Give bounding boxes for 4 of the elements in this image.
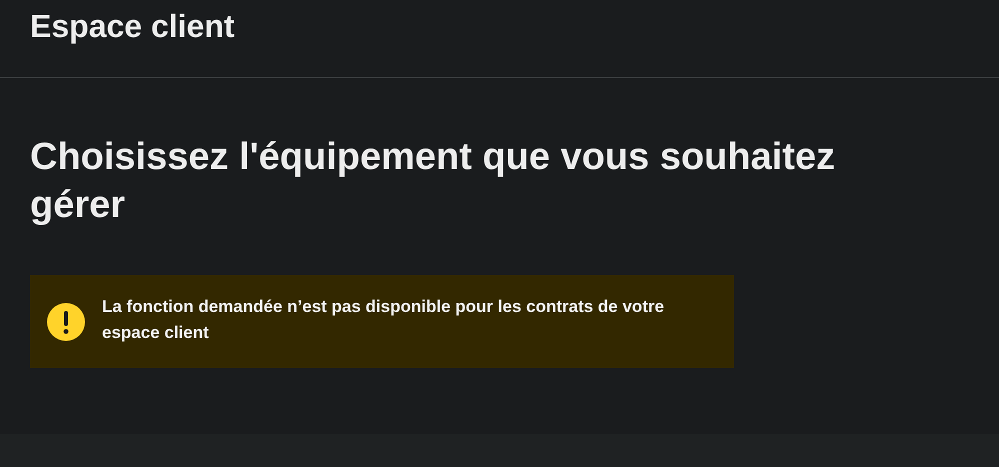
page-title: Espace client	[30, 7, 235, 46]
page-heading: Choisissez l'équipement que vous souhaitez gérer	[30, 135, 836, 228]
warning-icon	[47, 302, 85, 340]
warning-message: La fonction demandée n’est pas disponible pour les contrats de votre espace client	[102, 296, 666, 344]
